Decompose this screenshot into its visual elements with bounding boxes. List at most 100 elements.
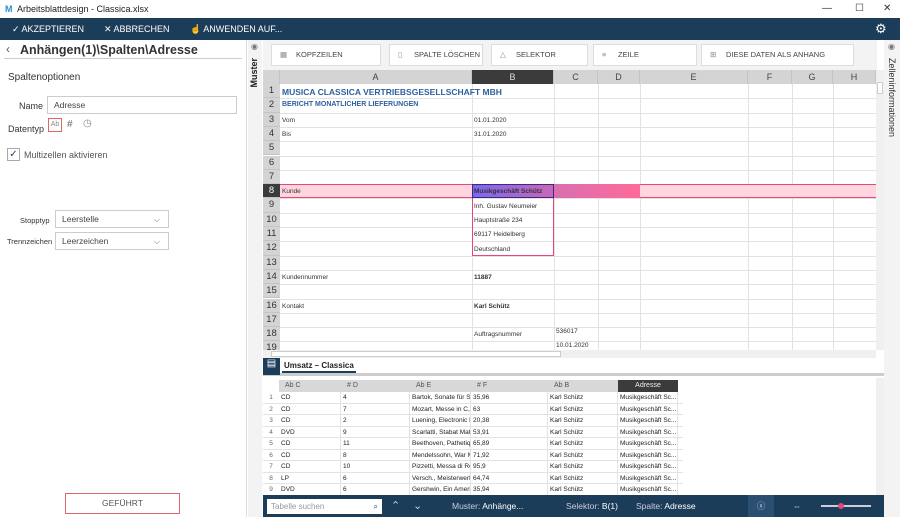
- define-headers-button[interactable]: ▦KOPFZEILEN DEFINIEREN: [271, 44, 381, 79]
- cell-B4[interactable]: 31.01.2020: [474, 131, 507, 138]
- datatype-text-button[interactable]: Ab: [48, 118, 62, 132]
- back-icon[interactable]: ‹: [6, 42, 10, 56]
- cell-B14[interactable]: 11887: [474, 274, 492, 281]
- table-header-B[interactable]: Ab B: [548, 380, 618, 392]
- table-row[interactable]: 7CD10Pizzetti, Messa di Re...95,9Karl Sc…: [263, 461, 683, 473]
- table-scrollbar[interactable]: [876, 378, 884, 495]
- excel-icon[interactable]: ⓧ: [748, 495, 774, 517]
- table-row[interactable]: 1CD4Bartok, Sonate für So...35,96Karl Sc…: [263, 392, 683, 404]
- datatype-number-button[interactable]: #: [67, 119, 73, 130]
- cell-C19[interactable]: 10.01.2020: [556, 342, 589, 349]
- row-header-17[interactable]: 17: [263, 312, 280, 328]
- datatype-date-clock-icon[interactable]: ◷: [83, 118, 92, 129]
- column-header-H[interactable]: H: [833, 70, 876, 84]
- sheet-tab[interactable]: Umsatz – Classica: [282, 360, 356, 373]
- pattern-side-panel[interactable]: ◉ Muster: [248, 40, 262, 517]
- column-header-G[interactable]: G: [792, 70, 833, 84]
- row-header-2[interactable]: 2: [263, 98, 280, 113]
- row-header-15[interactable]: 15: [263, 284, 280, 299]
- row-header-12[interactable]: 12: [263, 241, 280, 256]
- table-row[interactable]: 5CD11Beethoven, Pathetiqu...65,89Karl Sc…: [263, 438, 683, 450]
- capture-as-attachment-button[interactable]: ⊞DIESE DATEN ALS ANHANG ERFASSEN: [701, 44, 854, 79]
- minimize-button[interactable]: —: [822, 0, 832, 18]
- maximize-button[interactable]: ☐: [855, 0, 864, 18]
- row-header-9[interactable]: 9: [263, 198, 280, 213]
- gear-icon[interactable]: ⚙: [875, 18, 887, 40]
- pin-icon[interactable]: ◉: [251, 42, 258, 51]
- cell-B3[interactable]: 01.01.2020: [474, 117, 507, 124]
- row-header-10[interactable]: 10: [263, 212, 280, 227]
- column-header-C[interactable]: C: [554, 70, 598, 84]
- table-header-F[interactable]: # F: [471, 380, 548, 392]
- horizontal-scrollbar[interactable]: [263, 350, 876, 358]
- table-search-input[interactable]: Tabelle suchen ⌕: [267, 499, 382, 514]
- row-header-11[interactable]: 11: [263, 227, 280, 242]
- table-header-D[interactable]: # D: [341, 380, 410, 392]
- guided-button[interactable]: GEFÜHRT: [65, 493, 180, 514]
- row-header-14[interactable]: 14: [263, 269, 280, 285]
- pin-icon[interactable]: ◉: [888, 42, 895, 51]
- row-header-6[interactable]: 6: [263, 155, 280, 170]
- row-header-7[interactable]: 7: [263, 169, 280, 185]
- row-header-13[interactable]: 13: [263, 255, 280, 270]
- column-header-E[interactable]: E: [640, 70, 748, 84]
- next-button[interactable]: ⌄: [413, 495, 422, 517]
- cell-B11[interactable]: 69117 Heidelberg: [474, 231, 525, 238]
- sheet-list-icon[interactable]: ▤: [263, 358, 280, 375]
- delete-column-button[interactable]: ▯ SPALTE LÖSCHEN: [389, 44, 483, 66]
- column-header-A[interactable]: A: [280, 70, 472, 84]
- row-header-8[interactable]: 8: [263, 184, 280, 199]
- table-header-E[interactable]: Ab E: [410, 380, 471, 392]
- table-row[interactable]: 8LP6Versch., Meisterwerk...64,74Karl Sch…: [263, 472, 683, 484]
- stoptype-select[interactable]: Leerstelle ⌵: [55, 210, 169, 228]
- zoom-slider[interactable]: [821, 503, 871, 509]
- accept-button[interactable]: ✓ AKZEPTIEREN: [12, 18, 84, 40]
- cell-A2[interactable]: BERICHT MONATLICHER LIEFERUNGEN: [282, 101, 418, 108]
- cell-A4[interactable]: Bis: [282, 131, 291, 138]
- cell-B8[interactable]: Musikgeschäft Schütz: [474, 188, 542, 195]
- cell-B12[interactable]: Deutschland: [474, 246, 510, 253]
- table-row[interactable]: 6CD8Mendelssohn, War M...71,92Karl Schüt…: [263, 449, 683, 461]
- cell-B16[interactable]: Karl Schütz: [474, 303, 510, 310]
- cancel-button[interactable]: ✕ ABBRECHEN: [104, 18, 170, 40]
- row-header-1[interactable]: 1: [263, 84, 280, 99]
- cell-A14[interactable]: Kundennummer: [282, 274, 328, 281]
- row-header-4[interactable]: 4: [263, 126, 280, 142]
- spreadsheet-grid[interactable]: A B C D E F G H 1 2 3 4 5 6 7 8 9 10 11 12 13 14 15 16 17 18 19 MUS…: [263, 70, 876, 350]
- row-header-18[interactable]: 18: [263, 327, 280, 342]
- table-row[interactable]: 4 DVD 9 Scarlatti, Stabat Mater 53,91 Karl Sc…: [263, 426, 683, 438]
- multicell-checkbox[interactable]: ✓: [7, 148, 20, 161]
- column-header-B[interactable]: B: [472, 70, 554, 84]
- cell-B9[interactable]: Inh. Gustav Neumeier: [474, 203, 537, 210]
- cell-info-side-panel[interactable]: ◉ Zelleninformationen: [884, 40, 900, 517]
- cell-A16[interactable]: Kontakt: [282, 303, 304, 310]
- separator-select[interactable]: Leerzeichen ⌵: [55, 232, 169, 250]
- fit-width-icon[interactable]: ⇔: [785, 495, 809, 517]
- grid-line: [280, 241, 876, 243]
- cell-C18[interactable]: 536017: [556, 328, 578, 335]
- column-header-F[interactable]: F: [748, 70, 792, 84]
- vertical-scrollbar[interactable]: [876, 70, 884, 350]
- exclude-row-button[interactable]: ≡ZEILE AUSSCHLIEßEN: [593, 44, 697, 79]
- row-header-19[interactable]: 19: [263, 341, 280, 350]
- cell-B18[interactable]: Auftragsnummer: [474, 331, 522, 338]
- table-row[interactable]: 9DVD6Gershwin, Ein Amerik...35,94Karl Sc…: [263, 484, 683, 496]
- cell-A8[interactable]: Kunde: [282, 188, 301, 195]
- close-button[interactable]: ✕: [883, 0, 891, 18]
- cell-A3[interactable]: Vom: [282, 117, 295, 124]
- apply-to-button[interactable]: ☝ ANWENDEN AUF...: [190, 18, 282, 40]
- table-header-Adresse[interactable]: Adresse: [618, 380, 678, 392]
- column-header-D[interactable]: D: [598, 70, 640, 84]
- table-row[interactable]: 2CD7Mozart, Messe in C, K...63Karl Schüt…: [263, 403, 683, 415]
- corner[interactable]: [263, 70, 280, 84]
- table-row[interactable]: 3CD2Luening, Electronic M...20,38Karl Sc…: [263, 415, 683, 427]
- cell-A1[interactable]: MUSICA CLASSICA VERTRIEBSGESELLSCHAFT MB…: [282, 87, 502, 97]
- row-header-16[interactable]: 16: [263, 298, 280, 313]
- cell-B10[interactable]: Hauptstraße 234: [474, 217, 522, 224]
- name-input[interactable]: Adresse: [47, 96, 237, 114]
- previous-button[interactable]: ⌃: [391, 495, 400, 517]
- delete-selector-button[interactable]: △SELEKTOR LÖSCHEN: [491, 44, 588, 79]
- table-header-C[interactable]: Ab C: [279, 380, 341, 392]
- row-header-5[interactable]: 5: [263, 141, 280, 156]
- row-header-3[interactable]: 3: [263, 112, 280, 127]
